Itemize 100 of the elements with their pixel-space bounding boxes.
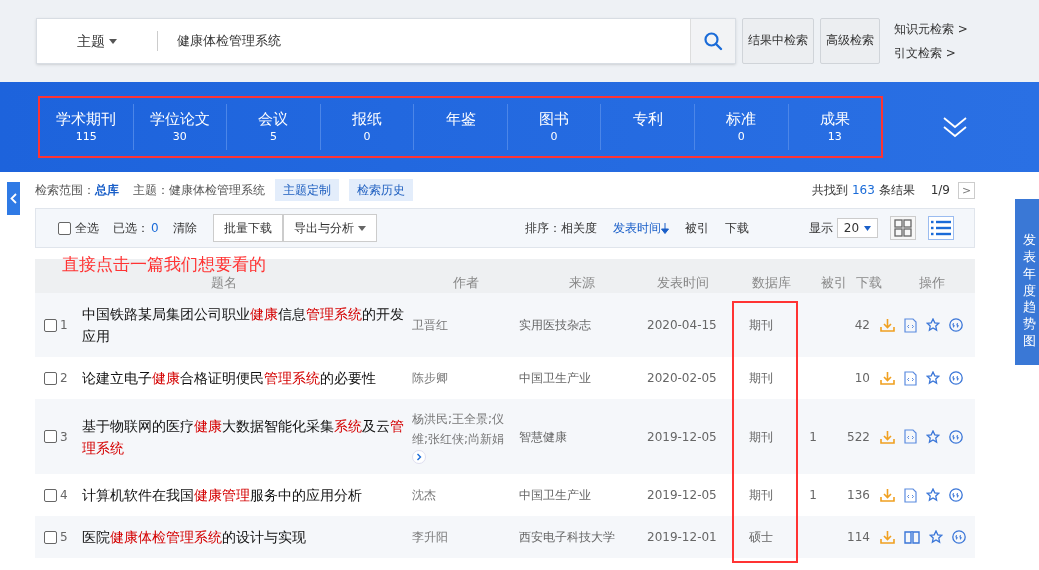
sort-label: 排序： (525, 220, 561, 237)
row-checkbox[interactable] (44, 530, 57, 544)
cited-count: 1 (808, 487, 818, 504)
author-text[interactable]: 李升阳 (412, 527, 515, 547)
star-icon[interactable] (926, 318, 940, 332)
source-text[interactable]: 中国卫生产业 (519, 369, 647, 387)
search-option-button[interactable]: 高级检索 (820, 18, 880, 64)
sort-option[interactable]: 下载 (725, 219, 749, 237)
expand-icon[interactable] (943, 116, 967, 138)
search-field[interactable]: 健康体检管理系统 (158, 19, 690, 63)
search-button[interactable] (690, 19, 735, 63)
grid-view-button[interactable] (890, 216, 916, 240)
database-text: 硕士 (748, 529, 774, 546)
filter-button[interactable]: 检索历史 (349, 179, 413, 201)
sort-option[interactable]: 被引 (685, 219, 709, 237)
article-title-link[interactable]: 中国铁路某局集团公司职业健康信息管理系统的开发应用 (82, 303, 407, 347)
author-text[interactable]: 卫晋红 (412, 315, 515, 335)
toolbar-button[interactable]: 批量下载 (212, 214, 283, 242)
trend-chart-tab[interactable]: 发表年度趋势图 (1015, 199, 1039, 365)
download-icon[interactable] (880, 371, 895, 385)
quote-icon[interactable] (949, 488, 963, 502)
page-size-select[interactable]: 20 (837, 218, 878, 238)
row-checkbox[interactable] (44, 488, 57, 502)
caret-icon (357, 225, 366, 231)
column-header: 来源 (568, 275, 595, 290)
quote-icon[interactable] (949, 318, 963, 332)
category-tab[interactable]: 专利 (600, 104, 694, 150)
row-number: 4 (60, 487, 68, 504)
search-link[interactable]: 引文检索 > (894, 44, 968, 62)
download-count: 10 (853, 370, 870, 387)
topic-label: 主题： (133, 182, 169, 199)
download-count: 136 (846, 487, 870, 504)
category-tab[interactable]: 学术期刊 115 (40, 104, 133, 150)
download-count: 522 (846, 428, 870, 446)
document-icon[interactable] (904, 370, 917, 386)
book-icon[interactable] (904, 530, 920, 544)
row-checkbox[interactable] (44, 371, 57, 385)
author-text[interactable]: 沈杰 (412, 485, 515, 505)
collapse-button[interactable] (7, 182, 20, 215)
sort-option[interactable]: 相关度 (561, 219, 597, 237)
selected-label: 已选： (113, 220, 149, 237)
article-title-link[interactable]: 医院健康体检管理系统的设计与实现 (82, 526, 407, 548)
quote-icon[interactable] (952, 530, 966, 544)
category-tab[interactable]: 标准 0 (693, 104, 788, 150)
star-icon[interactable] (926, 429, 940, 444)
select-all-checkbox[interactable] (58, 221, 71, 235)
expand-authors-icon[interactable] (412, 450, 426, 464)
category-tab[interactable]: 图书 0 (506, 104, 601, 150)
download-icon[interactable] (880, 488, 895, 502)
source-text[interactable]: 实用医技杂志 (519, 316, 647, 334)
clear-link[interactable]: 清除 (172, 219, 197, 237)
search-link[interactable]: 知识元检索 > (894, 20, 968, 38)
star-icon[interactable] (926, 371, 940, 385)
next-page-button[interactable]: > (958, 181, 975, 199)
category-tab[interactable]: 会议 5 (226, 104, 320, 150)
document-icon[interactable] (904, 317, 917, 333)
search-icon (703, 31, 723, 51)
category-tab[interactable]: 成果 13 (787, 104, 882, 150)
arrow-down-icon (661, 222, 669, 234)
row-number: 3 (60, 428, 68, 446)
select-all-label[interactable]: 全选 (75, 219, 99, 237)
column-header: 被引 (821, 275, 847, 290)
quote-icon[interactable] (949, 371, 963, 385)
source-text[interactable]: 西安电子科技大学 (519, 528, 647, 546)
author-text[interactable]: 陈步卿 (412, 368, 515, 388)
article-title-link[interactable]: 计算机软件在我国健康管理服务中的应用分析 (82, 484, 407, 506)
source-text[interactable]: 智慧健康 (519, 427, 647, 446)
date-text: 2020-04-15 (647, 317, 718, 334)
row-number: 1 (60, 317, 68, 334)
row-checkbox[interactable] (44, 318, 57, 332)
show-label: 显示 (809, 220, 833, 237)
document-icon[interactable] (904, 487, 917, 503)
filter-button[interactable]: 主题定制 (275, 179, 339, 201)
row-checkbox[interactable] (44, 430, 57, 443)
column-header: 数据库 (751, 275, 791, 290)
scope-link[interactable]: 总库 (95, 181, 119, 199)
column-header: 题名 (210, 275, 237, 290)
category-tab[interactable]: 年鉴 (413, 104, 507, 150)
author-text[interactable]: 杨洪民;王全景;仪维;张红侠;尚新娟 (412, 409, 515, 449)
caret-icon (864, 225, 872, 231)
cited-count: 1 (808, 428, 818, 446)
toolbar-button[interactable]: 导出与分析 (282, 214, 377, 242)
search-option-button[interactable]: 结果中检索 (742, 18, 814, 64)
category-tab[interactable]: 学位论文 30 (132, 104, 227, 150)
source-text[interactable]: 中国卫生产业 (519, 486, 647, 504)
article-title-link[interactable]: 论建立电子健康合格证明便民管理系统的必要性 (82, 367, 407, 389)
sort-option[interactable]: 发表时间 (613, 219, 669, 237)
star-icon[interactable] (929, 530, 943, 544)
category-tab[interactable]: 报纸 0 (319, 104, 414, 150)
annotation-text: 直接点击一篇我们想要看的 (62, 254, 266, 274)
row-number: 2 (60, 370, 68, 387)
quote-icon[interactable] (949, 429, 963, 444)
field-dropdown[interactable]: 主题 (37, 30, 157, 52)
download-count: 114 (846, 529, 870, 546)
article-title-link[interactable]: 基于物联网的医疗健康大数据智能化采集系统及云管理系统 (82, 414, 407, 459)
date-text: 2019-12-05 (647, 487, 718, 504)
star-icon[interactable] (926, 488, 940, 502)
list-view-button[interactable] (928, 216, 954, 240)
column-header: 发表时间 (657, 275, 709, 290)
document-icon[interactable] (904, 429, 917, 444)
